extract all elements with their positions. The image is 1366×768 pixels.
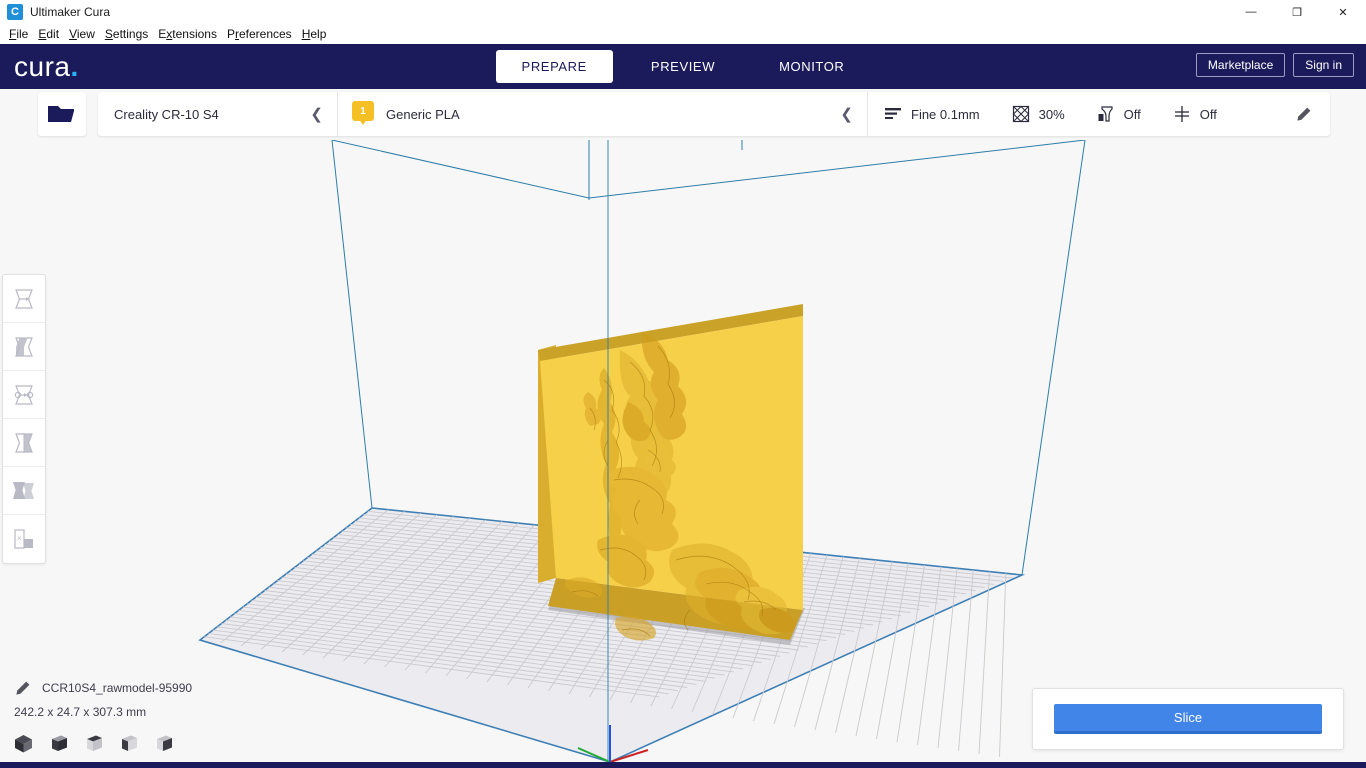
layer-height-icon	[885, 108, 901, 119]
menu-item-preferences[interactable]: Preferences	[222, 25, 297, 43]
edit-print-settings-button[interactable]	[1277, 106, 1330, 123]
cura-logo-icon: C	[7, 4, 23, 20]
chevron-left-icon[interactable]: ❮	[836, 105, 857, 123]
model-info-panel: CCR10S4_rawmodel-95990 242.2 x 24.7 x 30…	[14, 678, 192, 719]
infill-value: 30%	[1038, 106, 1065, 122]
cube-left-icon	[121, 735, 137, 751]
3d-viewport[interactable]	[0, 140, 1366, 768]
model-dimensions: 242.2 x 24.7 x 307.3 mm	[14, 705, 147, 719]
extruder-badge: 1	[352, 101, 374, 127]
menu-post: elp	[310, 27, 327, 41]
cube-3d-icon	[14, 734, 32, 752]
print-settings-group: Fine 0.1mm 30% Off Off	[868, 92, 1330, 136]
menu-mnemonic: V	[69, 27, 77, 41]
tab-prepare[interactable]: PREPARE	[495, 50, 613, 83]
model-name: CCR10S4_rawmodel-95990	[42, 681, 193, 695]
menu-mnemonic: S	[104, 27, 113, 41]
view-left-button[interactable]	[117, 732, 139, 754]
machine-settings-bar: Creality CR-10 S4 ❮ 1 Generic PLA ❮ Fine…	[98, 92, 1330, 136]
menu-bar: File Edit View Settings Extensions Prefe…	[0, 24, 1366, 44]
layer-height-value: Fine 0.1mm	[911, 106, 980, 122]
marketplace-button[interactable]: Marketplace	[1195, 53, 1286, 77]
menu-post: iew	[76, 27, 95, 41]
menu-item-view[interactable]: View	[64, 25, 100, 43]
menu-item-edit[interactable]: Edit	[33, 25, 64, 43]
sign-in-button[interactable]: Sign in	[1293, 53, 1354, 77]
close-button[interactable]: ✕	[1320, 0, 1366, 24]
build-scene	[198, 140, 1086, 763]
menu-post: eferences	[238, 27, 292, 41]
menu-post: ettings	[112, 27, 149, 41]
pencil-icon	[1297, 107, 1311, 121]
action-panel: Slice	[1032, 688, 1344, 750]
header-buttons: Marketplace Sign in	[1195, 53, 1354, 77]
support-icon	[1098, 106, 1113, 122]
minimize-button[interactable]: —	[1228, 0, 1274, 24]
model-name-row[interactable]: CCR10S4_rawmodel-95990	[14, 678, 192, 698]
open-file-button[interactable]	[38, 92, 86, 136]
cube-right-icon	[156, 735, 172, 751]
view-top-button[interactable]	[82, 732, 104, 754]
view-front-button[interactable]	[47, 732, 69, 754]
setting-support[interactable]: Off	[1081, 105, 1157, 123]
menu-pre: P	[226, 27, 235, 41]
printer-name: Creality CR-10 S4	[114, 106, 219, 122]
support-value: Off	[1123, 106, 1141, 122]
cura-application-window: C Ultimaker Cura — ❐ ✕ File Edit View Se…	[0, 0, 1366, 768]
view-right-button[interactable]	[152, 732, 174, 754]
menu-item-help[interactable]: Help	[297, 25, 332, 43]
camera-view-buttons	[12, 732, 174, 754]
menu-item-settings[interactable]: Settings	[100, 25, 153, 43]
setting-infill[interactable]: 30%	[996, 105, 1081, 123]
menu-post: tensions	[172, 27, 217, 41]
window-controls: — ❐ ✕	[1228, 0, 1366, 24]
cube-front-icon	[51, 735, 67, 751]
maximize-button[interactable]: ❐	[1274, 0, 1320, 24]
bottom-strip	[0, 762, 1366, 768]
menu-post: ile	[16, 27, 29, 41]
menu-post: dit	[46, 27, 60, 41]
model-object[interactable]	[538, 304, 803, 641]
adhesion-value: Off	[1199, 106, 1217, 122]
tab-monitor[interactable]: MONITOR	[753, 50, 870, 83]
open-folder-icon	[48, 106, 74, 122]
tab-preview[interactable]: PREVIEW	[625, 50, 741, 83]
stage-tabs: PREPARE PREVIEW MONITOR	[0, 44, 1366, 89]
pencil-icon	[16, 681, 30, 695]
view-3d-button[interactable]	[12, 732, 34, 754]
menu-item-extensions[interactable]: Extensions	[153, 25, 222, 43]
material-selector[interactable]: 1 Generic PLA ❮	[338, 92, 868, 136]
infill-icon	[1012, 105, 1029, 123]
chevron-left-icon[interactable]: ❮	[306, 105, 327, 123]
cura-header: cura. PREPARE PREVIEW MONITOR Marketplac…	[0, 44, 1366, 89]
material-name: Generic PLA	[386, 106, 460, 122]
extruder-number: 1	[352, 101, 374, 121]
setting-layer-height[interactable]: Fine 0.1mm	[868, 107, 996, 122]
printer-selector[interactable]: Creality CR-10 S4 ❮	[98, 92, 338, 136]
window-title: Ultimaker Cura	[30, 5, 111, 19]
extruder-badge-tip	[359, 119, 367, 125]
window-title-bar: C Ultimaker Cura — ❐ ✕	[0, 0, 1366, 24]
cube-top-icon	[86, 735, 102, 751]
slice-button[interactable]: Slice	[1054, 704, 1322, 734]
setting-adhesion[interactable]: Off	[1157, 105, 1233, 123]
menu-item-file[interactable]: File	[4, 25, 33, 43]
adhesion-icon	[1174, 106, 1189, 122]
